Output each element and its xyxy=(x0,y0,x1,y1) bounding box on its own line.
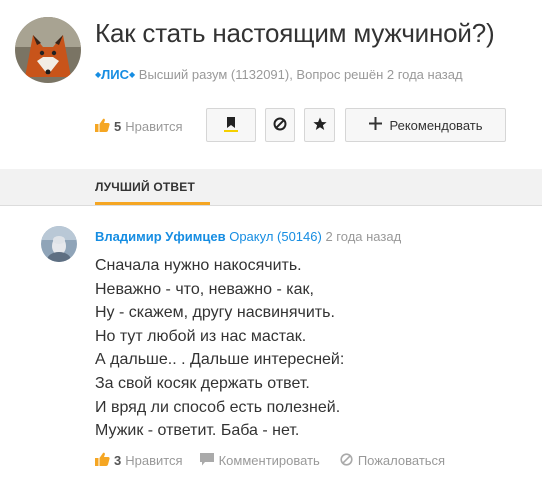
comment-label: Комментировать xyxy=(218,453,320,468)
answer-text: Сначала нужно накосячить. Неважно - что,… xyxy=(95,254,344,443)
block-icon xyxy=(273,117,287,134)
answer-actions: 3 Нравится Комментировать Пожаловаться xyxy=(95,452,445,469)
question-title: Как стать настоящим мужчиной?) xyxy=(95,18,495,48)
block-button[interactable] xyxy=(265,108,295,142)
answer-like-label: Нравится xyxy=(125,453,183,468)
answer-line: Но тут любой из нас мастак. xyxy=(95,327,307,345)
report-button[interactable]: Пожаловаться xyxy=(340,452,446,469)
answer-line: Мужик - ответит. Баба - нет. xyxy=(95,422,300,440)
answer-author-avatar[interactable] xyxy=(41,226,77,262)
question-author-avatar[interactable] xyxy=(15,17,81,83)
question-author-link[interactable]: ЛИС xyxy=(101,67,129,82)
best-answer-bar: ЛУЧШИЙ ОТВЕТ xyxy=(0,169,542,206)
report-label: Пожаловаться xyxy=(357,453,446,468)
answer-time: 2 года назад xyxy=(325,229,402,244)
answer-line: И вряд ли способ есть полезней. xyxy=(95,398,341,416)
answer-line: Ну - скажем, другу насвинячить. xyxy=(95,304,335,322)
answer-author-rank[interactable]: Оракул (50146) xyxy=(229,229,322,244)
answer-line: За свой косяк держать ответ. xyxy=(95,374,310,392)
answer-line: Сначала нужно накосячить. xyxy=(95,257,302,274)
question-author-rank: Высший разум (1132091), Вопрос решён 2 г… xyxy=(138,67,463,82)
question-like-button[interactable]: 5 Нравится xyxy=(95,118,183,135)
recommend-label: Рекомендовать xyxy=(389,117,483,133)
answer-line: Неважно - что, неважно - как, xyxy=(95,280,314,298)
answer-line: А дальше.. . Дальше интересней: xyxy=(95,351,345,369)
question-meta: ◆ЛИС◆ Высший разум (1132091), Вопрос реш… xyxy=(95,67,463,82)
tab-best-answer[interactable]: ЛУЧШИЙ ОТВЕТ xyxy=(95,180,195,194)
thumbs-up-icon xyxy=(95,118,110,135)
star-icon xyxy=(312,117,327,134)
comment-icon xyxy=(199,452,214,469)
question-like-count: 5 xyxy=(114,119,122,134)
question-actions: 5 Нравится Рекомендовать xyxy=(95,108,515,142)
answer-like-count: 3 xyxy=(114,453,122,468)
answer-author-link[interactable]: Владимир Уфимцев xyxy=(95,229,226,244)
question-like-label: Нравится xyxy=(125,119,183,134)
bookmark-button[interactable] xyxy=(206,108,256,142)
favorite-button[interactable] xyxy=(304,108,335,142)
plus-icon xyxy=(368,117,382,133)
answer-like-button[interactable]: 3 Нравится xyxy=(95,452,183,469)
tab-active-indicator xyxy=(95,202,210,205)
comment-button[interactable]: Комментировать xyxy=(199,452,320,469)
report-icon xyxy=(340,452,353,469)
diamond-icon: ◆ xyxy=(129,70,136,79)
thumbs-up-icon xyxy=(95,452,110,469)
answer-meta: Владимир Уфимцев Оракул (50146) 2 года н… xyxy=(95,229,401,244)
recommend-button[interactable]: Рекомендовать xyxy=(345,108,506,142)
bookmark-icon xyxy=(224,116,238,135)
